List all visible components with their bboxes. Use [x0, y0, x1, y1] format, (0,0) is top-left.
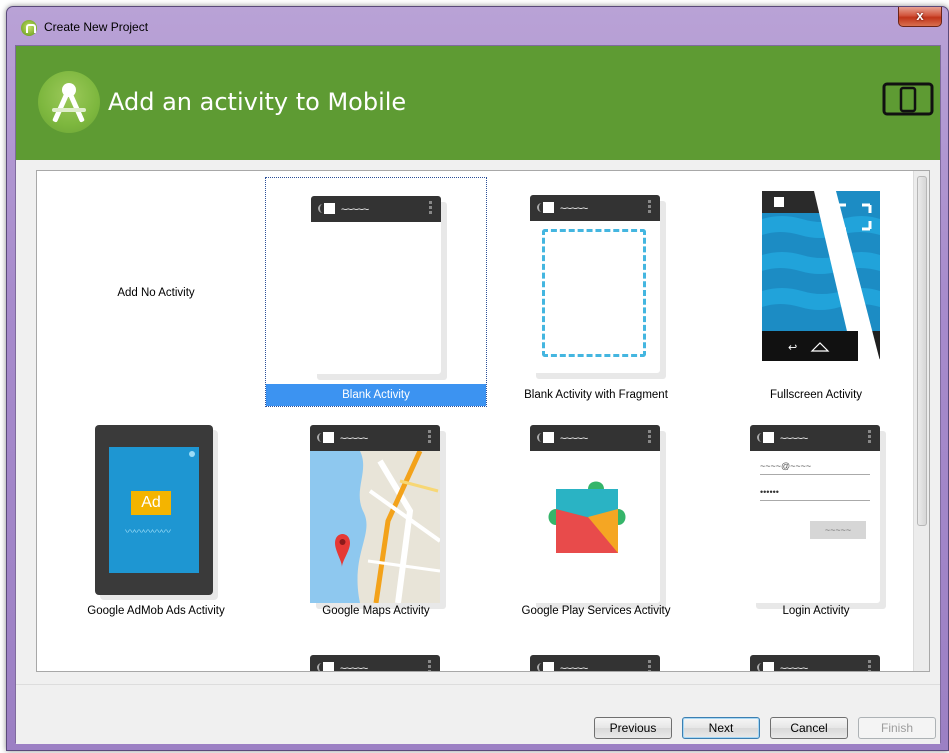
play-services-phone-preview: ~~~~~: [530, 425, 660, 603]
template-fullscreen-activity[interactable]: ↩ Fullscreen Activity: [705, 177, 927, 407]
finish-button[interactable]: Finish: [858, 717, 936, 739]
android-studio-logo-icon: [38, 71, 100, 133]
template-admob-ads-activity[interactable]: Ad 〰〰〰〰〰 Google AdMob Ads Activity: [45, 411, 267, 641]
template-next-row-3[interactable]: ~~~~~: [705, 655, 927, 671]
cancel-button[interactable]: Cancel: [770, 717, 848, 739]
dialog-window: Create New Project x Add an activity to …: [6, 6, 949, 751]
template-label: Add No Activity: [117, 287, 195, 299]
blank-phone-preview: ~~~~~: [311, 196, 441, 374]
scrollbar-thumb[interactable]: [917, 176, 927, 526]
previous-button[interactable]: Previous: [594, 717, 672, 739]
password-field: ••••••: [760, 487, 870, 501]
maps-phone-preview: ~~~~~: [310, 425, 440, 603]
window-title: Create New Project: [44, 20, 149, 34]
template-blank-activity[interactable]: ~~~~~ Blank Activity: [265, 177, 487, 407]
template-add-no-activity[interactable]: Add No Activity: [45, 177, 267, 407]
android-studio-icon: [21, 20, 37, 36]
fragment-placeholder: [542, 229, 646, 357]
template-label: Google Play Services Activity: [521, 605, 671, 617]
template-google-play-services-activity[interactable]: ~~~~~ Google Play Services Activity: [485, 411, 707, 641]
email-field: ~~~~@~~~~: [760, 461, 870, 475]
admob-phone-preview: Ad 〰〰〰〰〰: [95, 425, 213, 595]
template-gallery: Add No Activity ~~~~~ Blank Activity ~~~…: [36, 170, 930, 672]
fullscreen-phone-preview: ↩: [762, 191, 880, 361]
google-play-services-icon: [548, 481, 626, 553]
template-label: Google Maps Activity: [322, 605, 430, 617]
mobile-device-icon: [882, 82, 934, 116]
sign-in-button: ~~~~~: [810, 521, 866, 539]
fragment-phone-preview: ~~~~~: [530, 195, 660, 373]
login-phone-preview: ~~~~~ ~~~~@~~~~ •••••• ~~~~~: [750, 425, 880, 603]
template-next-row-1[interactable]: ~~~~~: [265, 655, 487, 671]
template-label: Blank Activity with Fragment: [524, 389, 668, 401]
gallery-scrollbar[interactable]: [913, 171, 929, 671]
template-label: Google AdMob Ads Activity: [87, 605, 225, 617]
template-label: Fullscreen Activity: [769, 389, 863, 401]
template-google-maps-activity[interactable]: ~~~~~ Google Maps Activity: [265, 411, 487, 641]
close-button[interactable]: x: [898, 7, 942, 27]
next-button[interactable]: Next: [682, 717, 760, 739]
template-next-row-2[interactable]: ~~~~~: [485, 655, 707, 671]
header-banner: Add an activity to Mobile: [16, 46, 940, 160]
template-blank-activity-fragment[interactable]: ~~~~~ Blank Activity with Fragment: [485, 177, 707, 407]
dialog-content: Add an activity to Mobile Add No Activit…: [15, 45, 941, 744]
ad-badge: Ad: [131, 491, 171, 515]
svg-text:↩: ↩: [788, 341, 797, 354]
title-bar[interactable]: Create New Project x: [7, 7, 948, 45]
template-login-activity[interactable]: ~~~~~ ~~~~@~~~~ •••••• ~~~~~ Login Activ…: [705, 411, 927, 641]
map-thumbnail: [310, 451, 440, 603]
page-title: Add an activity to Mobile: [108, 88, 407, 116]
template-label: Login Activity: [782, 605, 850, 617]
settings-icon: [189, 451, 195, 457]
template-label: Blank Activity: [266, 384, 486, 406]
button-bar: Previous Next Cancel Finish: [16, 684, 940, 744]
